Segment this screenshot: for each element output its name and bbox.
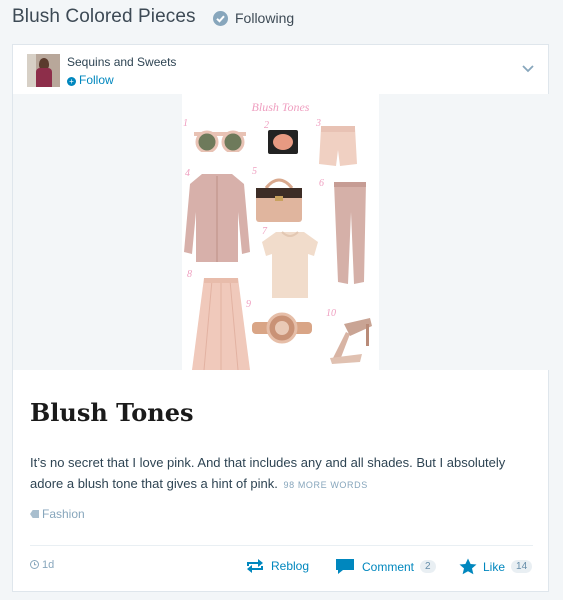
jeans-image — [334, 182, 366, 284]
tag-icon — [30, 510, 39, 518]
clock-icon — [30, 560, 39, 569]
like-button[interactable]: Like 14 — [459, 558, 533, 575]
post-excerpt: It’s no secret that I love pink. And tha… — [30, 452, 530, 496]
tag-label: Fashion — [42, 507, 85, 521]
handbag-image — [256, 178, 302, 222]
site-name-link[interactable]: Sequins and Sweets — [67, 55, 176, 69]
reblog-button[interactable]: Reblog — [245, 558, 309, 574]
follow-site-button[interactable]: + Follow — [67, 73, 114, 87]
collage-number: 1 — [183, 118, 188, 129]
like-count-badge: 14 — [511, 560, 533, 573]
sunglasses-image — [194, 130, 246, 152]
stream-header: Blush Colored Pieces Following — [0, 0, 563, 38]
chevron-down-icon[interactable] — [522, 65, 534, 73]
post-card: Sequins and Sweets + Follow Blush Tones 1… — [12, 44, 550, 592]
watch-image — [252, 312, 312, 344]
blush-compact-image — [268, 130, 298, 154]
heels-image — [330, 318, 372, 364]
more-words-link[interactable]: 98 MORE WORDS — [284, 480, 368, 490]
plus-icon: + — [67, 77, 76, 86]
tag-link[interactable]: Fashion — [30, 507, 85, 521]
collage-number: 5 — [252, 166, 257, 177]
comment-count-badge: 2 — [420, 560, 436, 573]
comment-label: Comment — [362, 559, 415, 574]
post-title[interactable]: Blush Tones — [30, 398, 194, 427]
featured-image-area[interactable]: Blush Tones 1 2 3 4 5 6 7 8 9 10 — [13, 94, 550, 370]
comment-icon — [336, 559, 354, 574]
time-label: 1d — [42, 559, 55, 571]
divider — [30, 545, 533, 546]
page-title: Blush Colored Pieces — [12, 6, 196, 27]
shorts-image — [319, 126, 357, 166]
cardigan-image — [184, 174, 250, 262]
check-icon[interactable] — [213, 11, 228, 26]
avatar[interactable] — [27, 54, 60, 87]
comment-button[interactable]: Comment 2 — [335, 558, 436, 575]
like-label: Like — [483, 559, 506, 574]
follow-label: Follow — [79, 73, 114, 87]
collage-title: Blush Tones — [251, 100, 310, 114]
reblog-icon — [247, 559, 263, 573]
star-icon — [459, 558, 477, 575]
lace-top-image — [262, 231, 318, 298]
reblog-label: Reblog — [271, 559, 310, 573]
post-time[interactable]: 1d — [30, 559, 54, 571]
collage-number: 6 — [319, 178, 324, 189]
pleated-skirt-image — [192, 278, 250, 370]
following-button[interactable]: Following — [235, 10, 294, 26]
excerpt-text: It’s no secret that I love pink. And tha… — [30, 455, 506, 491]
featured-image[interactable]: Blush Tones 1 2 3 4 5 6 7 8 9 10 — [182, 94, 379, 370]
